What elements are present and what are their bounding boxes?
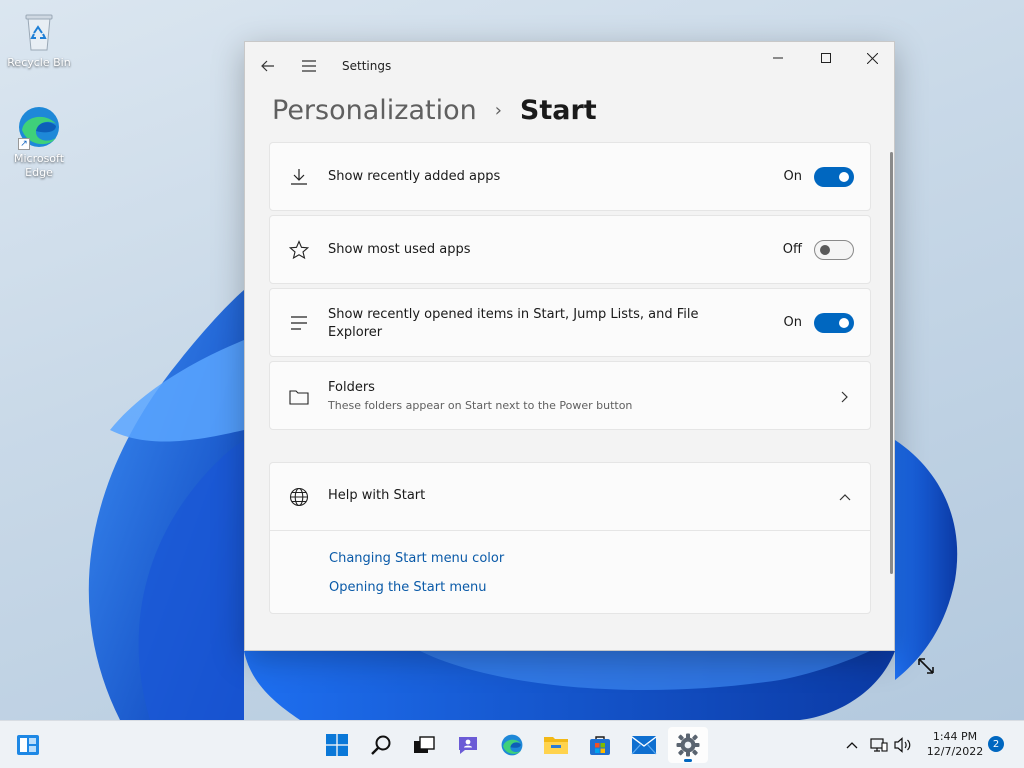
setting-label: Show recently added apps <box>328 169 501 184</box>
title-bar: Settings <box>245 42 894 90</box>
widgets-button[interactable] <box>8 727 48 763</box>
folder-icon <box>288 386 310 408</box>
task-view-icon <box>414 736 435 753</box>
shortcut-arrow-icon: ↗ <box>18 138 30 150</box>
network-icon <box>870 738 888 752</box>
breadcrumb-parent[interactable]: Personalization <box>272 95 477 126</box>
help-header[interactable]: Help with Start <box>270 463 870 530</box>
store-button[interactable] <box>580 727 620 763</box>
mail-button[interactable] <box>624 727 664 763</box>
setting-row-recently-added-apps: Show recently added apps On <box>269 142 871 211</box>
close-button[interactable] <box>849 42 894 74</box>
breadcrumb-separator: › <box>494 99 502 121</box>
minimize-icon <box>773 57 783 59</box>
network-button[interactable] <box>868 721 890 768</box>
scrollbar[interactable] <box>890 152 893 574</box>
toggle-state-text: On <box>783 169 802 184</box>
maximize-button[interactable] <box>803 42 849 74</box>
start-button[interactable] <box>317 727 357 763</box>
store-icon <box>590 736 610 755</box>
clock-time: 1:44 PM <box>932 730 978 743</box>
toggle-state-text: Off <box>782 242 802 257</box>
breadcrumb: Personalization › Start <box>272 90 597 130</box>
desktop-icon-label: Recycle Bin <box>7 56 71 69</box>
list-icon <box>288 312 310 334</box>
help-divider <box>270 530 870 531</box>
start-icon <box>326 734 348 756</box>
chevron-right-icon <box>838 390 852 404</box>
settings-taskbar-button[interactable] <box>668 727 708 763</box>
edge-icon: ↗ <box>16 104 62 150</box>
back-arrow-icon <box>261 60 274 72</box>
speaker-icon <box>894 737 911 753</box>
close-icon <box>866 52 878 64</box>
recently-opened-items-toggle[interactable] <box>814 313 854 333</box>
setting-label: Show recently opened items in Start, Jum… <box>328 307 699 340</box>
chat-icon <box>459 737 477 754</box>
menu-button[interactable] <box>295 52 323 80</box>
setting-row-most-used-apps: Show most used apps Off <box>269 215 871 284</box>
search-button[interactable] <box>361 727 401 763</box>
mail-icon <box>631 736 657 755</box>
folders-description: These folders appear on Start next to th… <box>328 399 633 412</box>
chevron-up-icon <box>846 742 858 749</box>
taskbar: 1:44 PM 12/7/2022 <box>0 720 1024 768</box>
volume-button[interactable] <box>892 721 914 768</box>
widgets-icon <box>17 735 39 755</box>
minimize-button[interactable] <box>755 42 801 74</box>
toggle-state-text: On <box>783 315 802 330</box>
setting-label: Show most used apps <box>328 242 471 257</box>
download-icon <box>288 166 310 188</box>
file-explorer-button[interactable] <box>536 727 576 763</box>
edge-icon <box>501 734 523 756</box>
chat-button[interactable] <box>448 727 488 763</box>
clock-date: 12/7/2022 <box>926 745 984 758</box>
help-link-opening-start-menu[interactable]: Opening the Start menu <box>329 580 486 595</box>
desktop-icon-edge[interactable]: ↗ Microsoft Edge <box>4 104 74 180</box>
desktop-icon-label: Microsoft Edge <box>13 152 65 179</box>
hamburger-icon <box>302 60 316 72</box>
most-used-apps-toggle[interactable] <box>814 240 854 260</box>
setting-row-recently-opened-items: Show recently opened items in Start, Jum… <box>269 288 871 357</box>
notification-badge[interactable]: 2 <box>988 736 1004 752</box>
help-link-start-menu-color[interactable]: Changing Start menu color <box>329 551 504 566</box>
edge-taskbar-button[interactable] <box>492 727 532 763</box>
chevron-up-icon <box>838 490 852 504</box>
active-app-indicator <box>684 759 692 762</box>
recycle-bin-icon <box>16 8 62 54</box>
search-icon <box>371 735 391 755</box>
page-title: Start <box>519 94 597 126</box>
maximize-icon <box>821 53 831 63</box>
file-explorer-icon <box>544 737 568 754</box>
task-view-button[interactable] <box>404 727 444 763</box>
folders-row[interactable]: Folders These folders appear on Start ne… <box>269 361 871 430</box>
globe-icon <box>288 486 310 508</box>
settings-window: Settings Personalization › Start Show re… <box>244 41 895 651</box>
star-icon <box>288 239 310 261</box>
clock[interactable]: 1:44 PM 12/7/2022 <box>918 729 992 759</box>
show-hidden-icons-button[interactable] <box>842 721 862 768</box>
desktop-icon-recycle-bin[interactable]: Recycle Bin <box>4 8 74 70</box>
recently-added-apps-toggle[interactable] <box>814 167 854 187</box>
back-button[interactable] <box>254 52 282 80</box>
help-section: Help with Start Changing Start menu colo… <box>269 462 871 614</box>
folders-label: Folders <box>328 380 375 395</box>
resize-cursor-icon <box>916 656 936 676</box>
settings-icon <box>676 733 700 757</box>
help-title: Help with Start <box>328 488 426 503</box>
window-title: Settings <box>342 59 392 73</box>
